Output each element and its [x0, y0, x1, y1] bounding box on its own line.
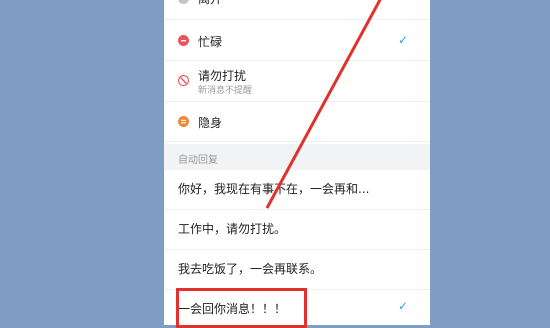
auto-reply-title: 自动回复 — [178, 155, 218, 166]
status-item-do-not-disturb[interactable]: 请勿打扰 新消息不提醒 — [164, 61, 430, 102]
auto-reply-label: 工作中，请勿打扰。 — [178, 222, 287, 236]
check-icon: ✓ — [397, 299, 408, 313]
check-icon: ✓ — [397, 33, 408, 47]
auto-reply-item[interactable]: 工作中，请勿打扰。 — [164, 210, 430, 250]
auto-reply-label: 我去吃饭了，一会再联系。 — [178, 262, 323, 276]
annotation-highlight-box — [176, 288, 307, 328]
auto-reply-label: 你好，我现在有事不在，一会再和... — [178, 182, 370, 196]
status-label-away: 离开 — [198, 0, 222, 7]
auto-reply-item[interactable]: 你好，我现在有事不在，一会再和... — [164, 170, 430, 210]
status-label-busy: 忙碌 — [198, 35, 223, 49]
clock-icon — [178, 0, 189, 4]
auto-reply-item[interactable]: 我去吃饭了，一会再联系。 — [164, 250, 430, 290]
minus-circle-icon — [178, 35, 189, 46]
status-sublabel-dnd: 新消息不提醒 — [198, 86, 253, 96]
status-panel: 离开 忙碌 ✓ 请勿打扰 新消息不提醒 隐身 自动回复 你好，我现在有事不在，一… — [164, 0, 430, 325]
status-label-dnd: 请勿打扰 — [198, 69, 247, 83]
status-item-busy[interactable]: 忙碌 ✓ — [164, 21, 430, 61]
no-disturb-icon — [178, 75, 189, 86]
status-item-invisible[interactable]: 隐身 — [164, 102, 430, 142]
auto-reply-header: 自动回复 — [164, 144, 430, 170]
equals-circle-icon — [178, 116, 189, 127]
status-item-away[interactable]: 离开 — [164, 0, 430, 20]
status-label-invisible: 隐身 — [198, 116, 223, 130]
